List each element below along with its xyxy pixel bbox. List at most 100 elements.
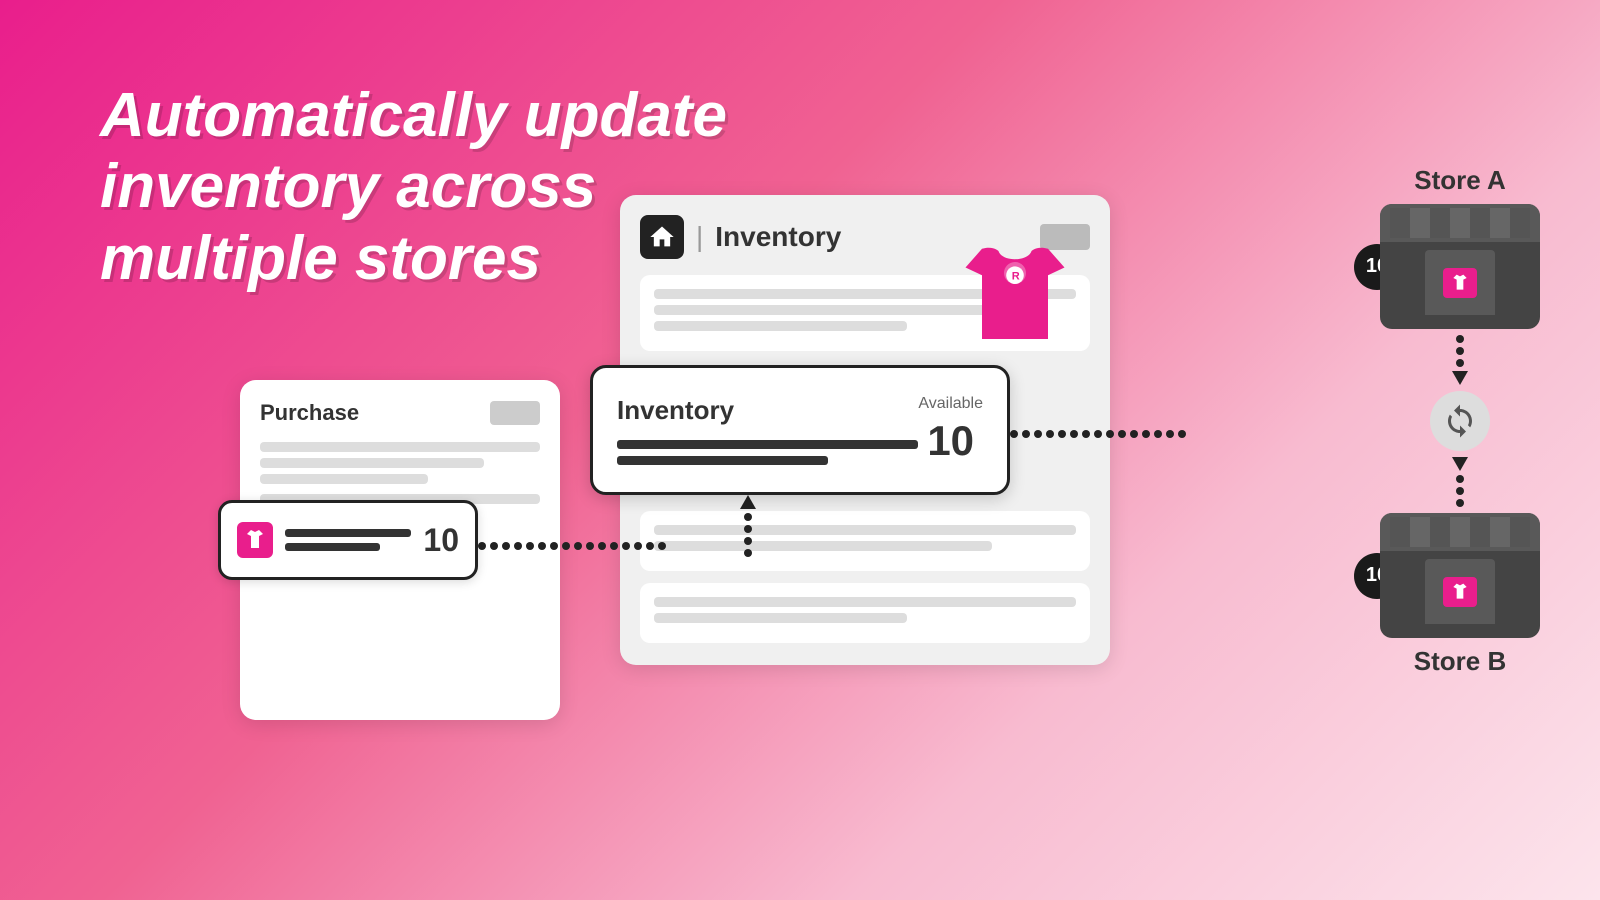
available-label: Available [918, 395, 983, 413]
dot [526, 542, 534, 550]
dot [646, 542, 654, 550]
dot [1456, 475, 1464, 483]
inv-h-line2 [617, 456, 828, 465]
store-a-shirt-svg [1449, 273, 1471, 293]
dot [1094, 430, 1102, 438]
dotted-line-vertical [740, 495, 756, 557]
dot [1456, 359, 1464, 367]
inv-lower-line4 [654, 613, 907, 623]
purchase-card-header: Purchase [260, 400, 540, 426]
inv-lower-line3 [654, 597, 1076, 607]
purchase-card-button [490, 401, 540, 425]
dot [1106, 430, 1114, 438]
divider: | [696, 221, 703, 253]
dot [1058, 430, 1066, 438]
dot [478, 542, 486, 550]
store-b-door-area [1380, 551, 1540, 624]
dot [1178, 430, 1186, 438]
dot [1154, 430, 1162, 438]
dot [1010, 430, 1018, 438]
dot [634, 542, 642, 550]
store-a-wrapper: 10 [1380, 204, 1540, 329]
dot [490, 542, 498, 550]
purchase-item-highlight: 10 [218, 500, 478, 580]
inventory-highlight: Inventory Available 10 [590, 365, 1010, 495]
purchase-quantity: 10 [423, 522, 459, 559]
purchase-line-group1 [260, 442, 540, 484]
inv-lower-line1 [654, 525, 1076, 535]
dot [744, 525, 752, 533]
dot [598, 542, 606, 550]
dot [1456, 499, 1464, 507]
purchase-line2 [260, 458, 484, 468]
purchase-line3 [260, 474, 428, 484]
inventory-lower-area [640, 511, 1090, 571]
store-a-door [1425, 250, 1495, 315]
shirt-large-icon: R [960, 240, 1070, 350]
dot [1130, 430, 1138, 438]
dot [550, 542, 558, 550]
dot [1456, 347, 1464, 355]
dot [514, 542, 522, 550]
connector-sync-to-b [1452, 451, 1468, 513]
store-b-wrapper: 10 [1380, 513, 1540, 638]
store-b-awning [1380, 513, 1540, 551]
arrow-down-icon [1452, 457, 1468, 471]
dot [574, 542, 582, 550]
inventory-available: Available 10 [918, 395, 983, 465]
dot [658, 542, 666, 550]
svg-text:R: R [1012, 271, 1020, 283]
inventory-highlight-title: Inventory [617, 395, 918, 426]
dot [502, 542, 510, 550]
dot [1082, 430, 1090, 438]
purchase-line-b [285, 543, 380, 551]
inventory-lower-lines [640, 511, 1090, 643]
dot [1118, 430, 1126, 438]
dot [586, 542, 594, 550]
inv-h-line1 [617, 440, 918, 449]
arrow-up-icon [740, 495, 756, 509]
inventory-lower-area2 [640, 583, 1090, 643]
store-a-door-area [1380, 242, 1540, 315]
dot [538, 542, 546, 550]
inventory-highlight-left: Inventory [617, 395, 918, 465]
inv-line3 [654, 321, 907, 331]
dotted-line-purchase-to-inventory [478, 542, 666, 550]
dot [1022, 430, 1030, 438]
shirt-image-area: R [960, 240, 1080, 370]
dot [1034, 430, 1042, 438]
dot [744, 549, 752, 557]
inventory-highlight-lines [617, 440, 918, 465]
store-a-shirt-icon [1443, 268, 1477, 298]
store-a-building [1380, 204, 1540, 329]
dot [1046, 430, 1054, 438]
arrow-down-icon [1452, 371, 1468, 385]
dot [1166, 430, 1174, 438]
dot [562, 542, 570, 550]
store-b-door [1425, 559, 1495, 624]
purchase-shirt-icon [237, 522, 273, 558]
store-b-shirt-svg [1449, 582, 1471, 602]
dot [1142, 430, 1150, 438]
dot [1456, 335, 1464, 343]
stores-area: Store A 10 [1380, 165, 1540, 685]
purchase-card-title: Purchase [260, 400, 359, 426]
dot [610, 542, 618, 550]
dot [1456, 487, 1464, 495]
available-number: 10 [918, 417, 983, 465]
purchase-line-a [285, 529, 411, 537]
store-b-shirt-icon [1443, 577, 1477, 607]
purchase-lines [285, 529, 411, 551]
store-a-label: Store A [1414, 165, 1506, 196]
dot [622, 542, 630, 550]
inventory-card-title: Inventory [715, 221, 841, 253]
awning-stripes-icon [1390, 208, 1530, 238]
inventory-title-row: | Inventory [640, 215, 841, 259]
inv-lower-line2 [654, 541, 992, 551]
dotted-line-inventory-to-sync [1010, 430, 1186, 438]
store-b-building [1380, 513, 1540, 638]
app-icon [640, 215, 684, 259]
dot [744, 537, 752, 545]
inv-line2 [654, 305, 992, 315]
dot [744, 513, 752, 521]
